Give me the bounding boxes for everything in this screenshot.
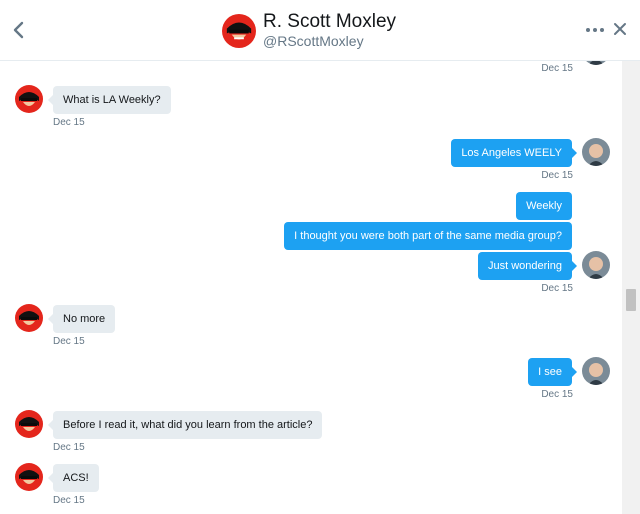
close-button[interactable] (612, 21, 628, 37)
message-bubble[interactable]: I see (528, 358, 577, 386)
message-timestamp: Dec 15 (541, 283, 573, 294)
message-timestamp: Dec 15 (53, 336, 85, 347)
own-avatar (582, 61, 610, 65)
contact-message-avatar[interactable] (15, 410, 43, 438)
message-timestamp: Dec 15 (541, 63, 573, 74)
contact-message-avatar[interactable] (15, 85, 43, 113)
scrollbar[interactable] (622, 61, 640, 514)
contact-avatar[interactable] (222, 14, 256, 48)
chevron-left-icon (13, 21, 24, 39)
own-avatar (582, 251, 610, 279)
close-icon (614, 23, 626, 35)
more-options-button[interactable] (584, 20, 606, 40)
message-timestamp: Dec 15 (53, 442, 85, 453)
message-bubble[interactable]: Weekly (516, 192, 572, 220)
back-button[interactable] (10, 19, 28, 41)
message-bubble[interactable]: ACS! (48, 464, 99, 492)
message-bubble[interactable]: What is LA Weekly? (48, 86, 171, 114)
message-thread[interactable]: Dec 15 What is LA Weekly? Dec 15 Los Ang… (0, 61, 622, 514)
message-timestamp: Dec 15 (541, 170, 573, 181)
message-timestamp: Dec 15 (541, 389, 573, 400)
contact-message-avatar[interactable] (15, 304, 43, 332)
message-bubble[interactable]: Before I read it, what did you learn fro… (47, 411, 323, 439)
own-avatar (582, 138, 610, 166)
own-avatar (582, 357, 610, 385)
message-bubble[interactable]: Los Angeles WEELY (451, 139, 577, 167)
message-bubble[interactable]: I thought you were both part of the same… (284, 222, 572, 250)
message-timestamp: Dec 15 (53, 117, 85, 128)
scrollbar-thumb[interactable] (626, 289, 636, 311)
contact-message-avatar[interactable] (15, 463, 43, 491)
message-bubble[interactable]: No more (47, 305, 116, 333)
contact-handle[interactable]: @RScottMoxley (263, 33, 364, 49)
contact-name[interactable]: R. Scott Moxley (263, 11, 396, 33)
more-dots-icon (586, 28, 604, 32)
message-timestamp: Dec 15 (53, 495, 85, 506)
message-bubble[interactable]: Just wondering (478, 252, 577, 280)
conversation-header: R. Scott Moxley @RScottMoxley (0, 0, 640, 61)
